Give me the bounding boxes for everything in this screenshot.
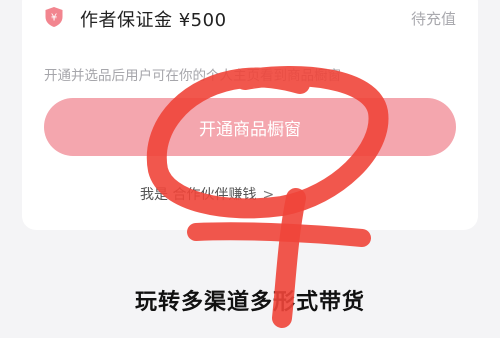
shield-yen-icon: ¥ [45,7,63,27]
open-shop-window-button[interactable]: 开通商品橱窗 [44,98,456,156]
deposit-status[interactable]: 待充值 [411,8,456,29]
deposit-title: 作者保证金 ¥500 [80,10,227,31]
chevron-right-icon: > [262,187,275,203]
shop-window-description: 开通并选品后用户可在你的个人主页看到商品橱窗 [44,68,341,84]
deposit-row[interactable]: ¥ 作者保证金 ¥500 待充值 [44,6,456,31]
svg-text:¥: ¥ [51,13,57,24]
partner-earn-link[interactable]: 我是 合作伙伴赚钱 > [140,184,274,204]
partner-earn-label: 我是 合作伙伴赚钱 [140,187,257,203]
promo-headline: 玩转多渠道多形式带货 [134,290,365,315]
